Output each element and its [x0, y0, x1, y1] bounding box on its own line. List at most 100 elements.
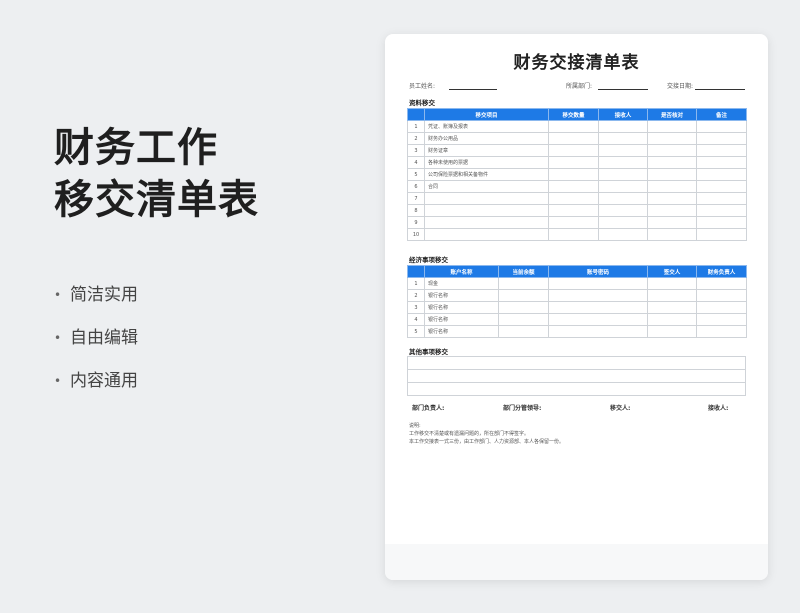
cell: [548, 313, 648, 326]
notes-line: 本工作交接表一式三份，由工作部门、人力资源部、本人各保留一份。: [409, 439, 565, 445]
column-header: 财务负责人: [696, 265, 747, 278]
materials-header-row: 移交项目 移交数量 接收人 是否核对 备注: [407, 108, 747, 121]
other-section-title: 其他事项移交: [409, 348, 448, 356]
column-header: 备注: [696, 108, 747, 121]
table-row: 9: [407, 216, 747, 229]
column-header: 账号密码: [548, 265, 648, 278]
cell: [498, 301, 549, 314]
table-row: 3 财务证章: [407, 144, 747, 157]
cell: [696, 289, 747, 302]
hero-title-line1: 财务工作: [54, 125, 218, 171]
row-item: 各种未使用的票据: [424, 156, 549, 169]
cell: [647, 180, 697, 193]
cell: [548, 180, 599, 193]
row-item: 银行名称: [424, 301, 499, 314]
employee-line: [449, 89, 497, 90]
department-line: [598, 89, 648, 90]
row-number: 6: [407, 180, 425, 193]
cell: [598, 120, 648, 133]
table-row: 5 银行名称: [407, 325, 747, 338]
column-header: 是否核对: [647, 108, 697, 121]
row-number: 1: [407, 120, 425, 133]
cell: [647, 120, 697, 133]
bullet-icon: •: [54, 288, 62, 302]
cell: [598, 144, 648, 157]
column-header: 当前余额: [498, 265, 549, 278]
cell: [598, 132, 648, 145]
bullet-icon: •: [54, 374, 62, 388]
cell: [696, 192, 747, 205]
row-number: 10: [407, 228, 425, 241]
cell: [498, 277, 549, 290]
cell: [548, 204, 599, 217]
cell: [548, 168, 599, 181]
row-number: 4: [407, 156, 425, 169]
cell: [696, 277, 747, 290]
table-row: 3 银行名称: [407, 301, 747, 314]
signature-dept-leader: 部门分管领导:: [503, 405, 542, 412]
cell: [696, 228, 747, 241]
materials-section-title: 资料移交: [409, 99, 435, 107]
row-number: 9: [407, 216, 425, 229]
other-item-row: [407, 356, 746, 370]
cell: [647, 168, 697, 181]
column-header: 签交人: [647, 265, 697, 278]
cell: [647, 192, 697, 205]
table-row: 1 凭证、账簿及报表: [407, 120, 747, 133]
row-number: 2: [407, 132, 425, 145]
cell: [647, 228, 697, 241]
other-item-row: [407, 383, 746, 396]
table-row: 6 合同: [407, 180, 747, 193]
cell: [548, 144, 599, 157]
row-number: 7: [407, 192, 425, 205]
row-item: 合同: [424, 180, 549, 193]
cell: [696, 325, 747, 338]
feature-item: • 自由编辑: [54, 325, 138, 368]
cell: [696, 120, 747, 133]
cell: [696, 313, 747, 326]
cell: [498, 313, 549, 326]
feature-list: • 简洁实用 • 自由编辑 • 内容通用: [54, 282, 138, 411]
cell: [498, 325, 549, 338]
cell: [696, 156, 747, 169]
row-number: 2: [407, 289, 425, 302]
row-number: 4: [407, 313, 425, 326]
feature-item: • 简洁实用: [54, 282, 138, 325]
feature-item: • 内容通用: [54, 368, 138, 411]
row-item: 银行名称: [424, 325, 499, 338]
economic-section-title: 经济事项移交: [409, 256, 448, 264]
row-item: [424, 216, 549, 229]
cell: [598, 216, 648, 229]
column-header: 接收人: [598, 108, 648, 121]
row-number: 5: [407, 325, 425, 338]
signature-dept-head: 部门负责人:: [412, 405, 445, 412]
cell: [598, 180, 648, 193]
row-item: [424, 192, 549, 205]
cell: [598, 168, 648, 181]
cell: [647, 132, 697, 145]
row-item: 凭证、账簿及报表: [424, 120, 549, 133]
cell: [696, 301, 747, 314]
row-number: 8: [407, 204, 425, 217]
other-items-box: [407, 356, 746, 396]
column-header: 账户名称: [424, 265, 499, 278]
table-row: 5 公司保险票据和相关备物件: [407, 168, 747, 181]
cell: [647, 144, 697, 157]
notes-title: 说明:: [409, 423, 421, 429]
economic-header-row: 账户名称 当前余额 账号密码 签交人 财务负责人: [407, 265, 747, 278]
signature-handover: 移交人:: [610, 405, 631, 412]
table-row: 4 银行名称: [407, 313, 747, 326]
cell: [548, 325, 648, 338]
row-item: 财务办公用品: [424, 132, 549, 145]
sheet-footer-shade: [385, 544, 768, 580]
row-item: 现金: [424, 277, 499, 290]
cell: [598, 228, 648, 241]
cell: [548, 216, 599, 229]
table-row: 8: [407, 204, 747, 217]
document-preview: 财务交接清单表 员工姓名: 所属部门: 交接日期: 资料移交 移交项目 移交数量…: [385, 34, 768, 580]
row-number: 3: [407, 144, 425, 157]
hero-title: 财务工作 移交清单表: [54, 122, 259, 226]
cell: [548, 228, 599, 241]
cell: [548, 301, 648, 314]
row-item: 公司保险票据和相关备物件: [424, 168, 549, 181]
